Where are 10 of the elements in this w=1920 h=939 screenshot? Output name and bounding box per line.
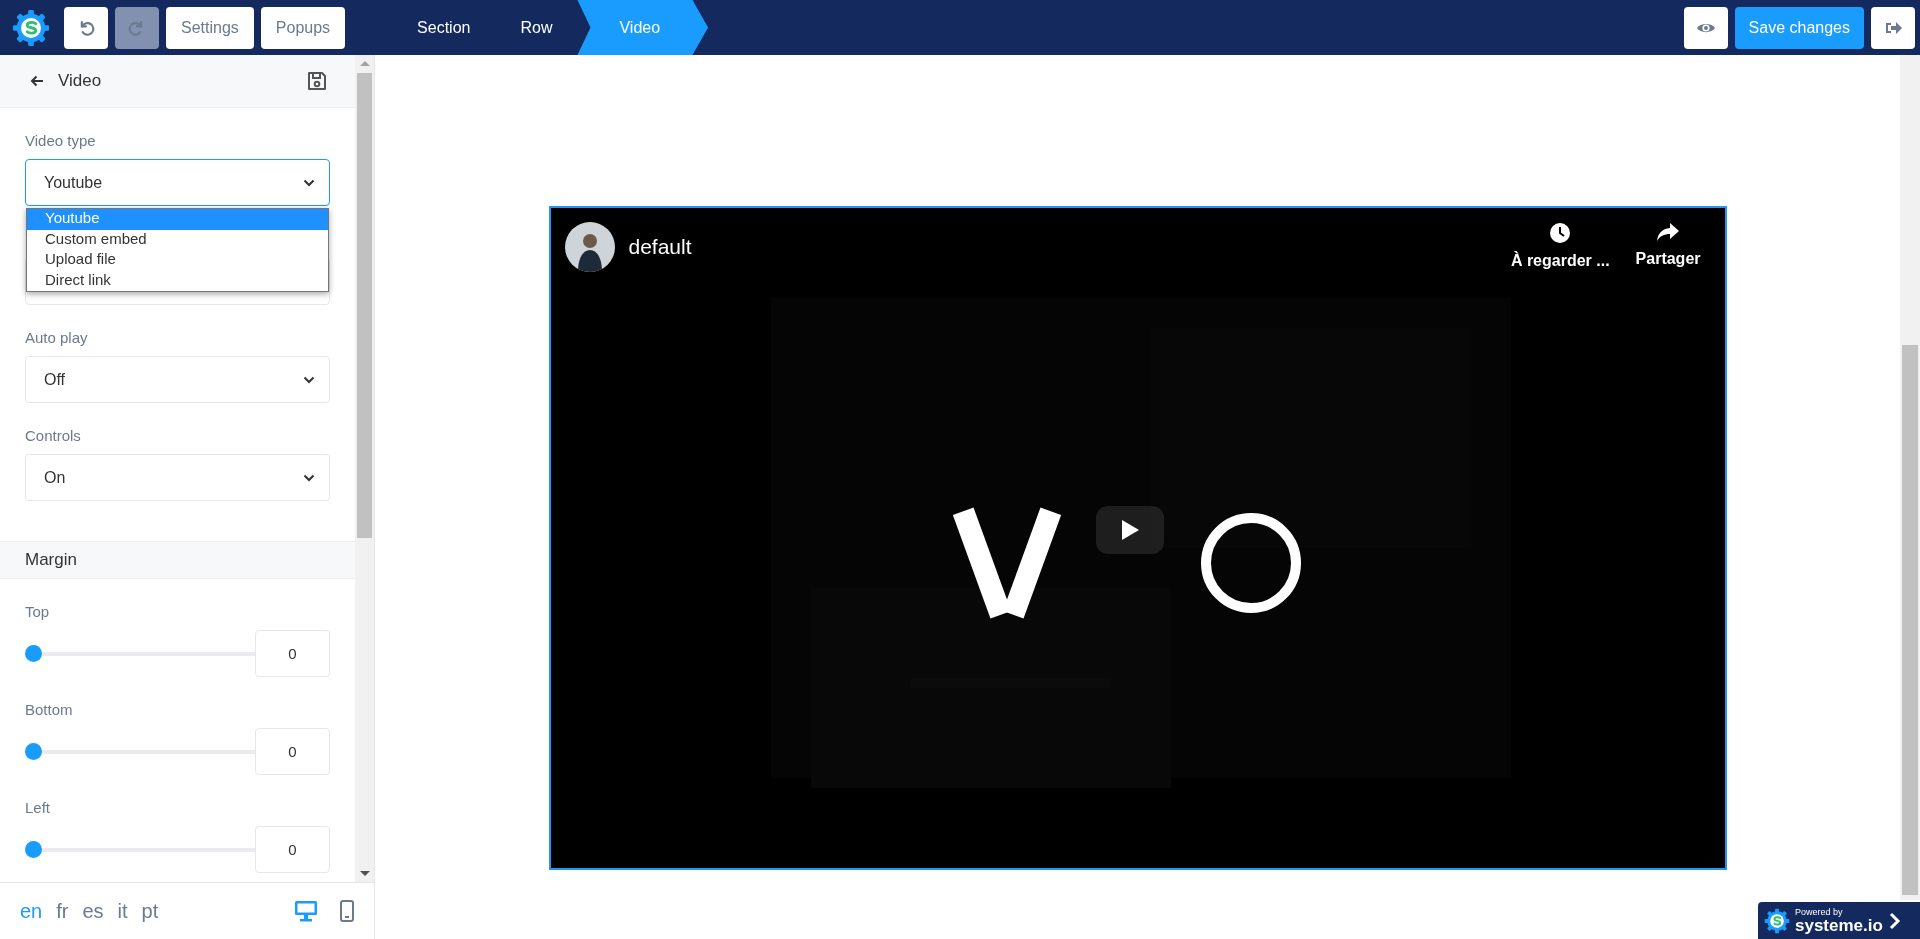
field-label: Left [25,799,51,816]
section-title: Margin [25,550,77,570]
field-label: Bottom [25,701,73,718]
field-label: Top [25,603,50,620]
field-label: Auto play [25,329,88,346]
field-label: Controls [25,427,81,444]
badge-caption: Powered by [1795,907,1844,917]
panel-title: Video [58,71,103,91]
badge-brand: systeme.io [1795,916,1883,934]
field-label: Video type [25,132,96,149]
